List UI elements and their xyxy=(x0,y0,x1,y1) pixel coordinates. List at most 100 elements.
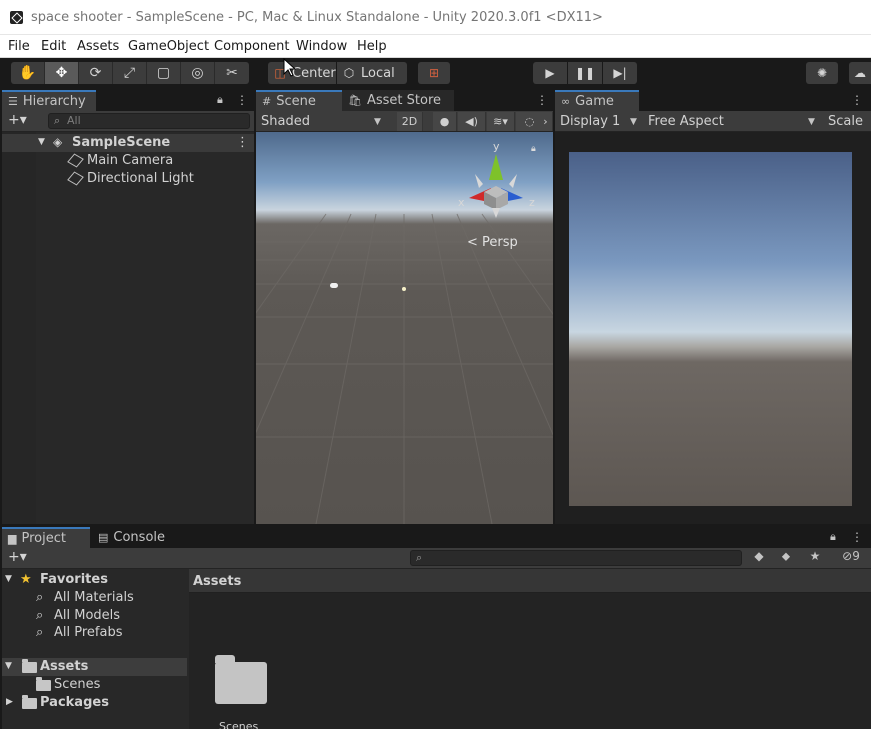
assets-folder-row[interactable]: ▼ Assets xyxy=(2,658,187,676)
collab-button[interactable]: ✺ xyxy=(806,62,838,84)
project-asset-grid: Assets Scenes xyxy=(189,569,871,729)
chevron-down-icon: ▼ xyxy=(630,117,637,127)
search-by-label-icon[interactable]: ⬥ xyxy=(775,549,797,567)
pause-button[interactable]: ❚❚ xyxy=(568,62,602,84)
lighting-toggle-icon[interactable]: ● xyxy=(433,112,457,131)
folder-row[interactable]: Scenes xyxy=(2,676,187,694)
favorites-item[interactable]: ⌕ All Materials xyxy=(2,589,187,607)
favorites-row[interactable]: ▼ ★ Favorites xyxy=(2,571,187,589)
hierarchy-item[interactable]: Directional Light xyxy=(2,170,254,188)
expand-arrow-icon[interactable]: ▼ xyxy=(5,661,12,671)
custom-tool-button[interactable]: ✂ xyxy=(215,62,249,84)
perspective-icon: < xyxy=(467,235,478,250)
menu-file[interactable]: File xyxy=(8,39,30,54)
menu-help[interactable]: Help xyxy=(357,39,387,54)
hierarchy-item-label: Main Camera xyxy=(87,153,174,168)
rotate-tool-button[interactable]: ⟳ xyxy=(79,62,113,84)
collab-icon: ✺ xyxy=(816,66,828,80)
gizmo-lock-icon[interactable]: 🔒︎ xyxy=(531,144,536,154)
console-icon: ▤ xyxy=(98,531,109,544)
menu-edit[interactable]: Edit xyxy=(41,39,66,54)
tab-console[interactable]: ▤ Console xyxy=(92,527,178,548)
scene-viewport[interactable]: y x z 🔒︎ < Persp xyxy=(256,132,553,524)
tab-game-label: Game xyxy=(575,94,614,109)
scene-toolbar: Shaded ▼ 2D ● ◀) ≋▾ ◌ › xyxy=(256,111,553,132)
hierarchy-item[interactable]: Main Camera xyxy=(2,152,254,170)
grid-snap-icon: ⊞ xyxy=(428,66,440,80)
tab-asset-store[interactable]: 🛍︎ Asset Store xyxy=(342,90,454,111)
shading-mode-dropdown[interactable]: Shaded xyxy=(261,114,310,129)
panel-menu-icon[interactable]: ⋮ xyxy=(851,93,863,107)
aspect-dropdown[interactable]: Free Aspect xyxy=(648,114,724,129)
panel-menu-icon[interactable]: ⋮ xyxy=(536,93,548,107)
mouse-cursor-icon xyxy=(283,58,297,77)
create-add-icon[interactable]: +▾ xyxy=(8,549,27,565)
pivot-center-toggle[interactable]: ◫ Center xyxy=(268,62,336,84)
camera-gizmo-icon[interactable] xyxy=(330,283,338,288)
hierarchy-search-input[interactable]: All xyxy=(48,113,250,129)
gamepad-icon: ∞ xyxy=(561,95,571,108)
audio-toggle-icon[interactable]: ◀) xyxy=(458,112,486,131)
grid-snap-button[interactable]: ⊞ xyxy=(418,62,450,84)
effects-toggle-icon[interactable]: ≋▾ xyxy=(487,112,515,131)
tab-project[interactable]: ▆ Project xyxy=(2,527,90,548)
gameobject-cube-icon xyxy=(67,171,84,186)
tab-hierarchy[interactable]: ☰ Hierarchy xyxy=(2,90,96,111)
hierarchy-toolbar: +▾ All xyxy=(2,111,254,132)
hidden-packages-toggle[interactable]: ⊘9 xyxy=(836,549,866,567)
scene-row[interactable]: ▼ ◈ SampleScene ⋮ xyxy=(2,134,254,152)
expand-arrow-icon[interactable]: ▼ xyxy=(38,137,45,147)
expand-arrow-icon[interactable]: ▶ xyxy=(6,697,13,707)
favorite-star-icon[interactable]: ★ xyxy=(804,549,826,567)
menu-gameobject[interactable]: GameObject xyxy=(128,39,209,54)
gameobject-cube-icon xyxy=(67,153,84,168)
breadcrumb-assets[interactable]: Assets xyxy=(193,574,241,589)
create-add-icon[interactable]: +▾ xyxy=(8,112,27,128)
scene-tab-strip: # Scene 🛍︎ Asset Store ⋮ xyxy=(256,90,553,111)
menu-window[interactable]: Window xyxy=(296,39,347,54)
play-button[interactable]: ▶ xyxy=(533,62,567,84)
projection-toggle[interactable]: < Persp xyxy=(467,235,518,250)
chevron-down-icon: ▼ xyxy=(808,117,815,127)
packages-folder-row[interactable]: ▶ Packages xyxy=(2,694,187,712)
window-title: space shooter - SampleScene - PC, Mac & … xyxy=(31,10,603,25)
display-dropdown[interactable]: Display 1 xyxy=(560,114,620,129)
tab-scene-label: Scene xyxy=(276,94,316,109)
project-search-input[interactable] xyxy=(410,550,742,566)
tab-scene[interactable]: # Scene xyxy=(256,90,342,111)
menu-component[interactable]: Component xyxy=(214,39,289,54)
cloud-button[interactable]: ☁ xyxy=(849,62,871,84)
search-by-type-icon[interactable]: ◆ xyxy=(748,549,770,567)
game-viewport[interactable] xyxy=(555,132,871,524)
rect-tool-button[interactable]: ▢ xyxy=(147,62,181,84)
game-tab-strip: ∞ Game ⋮ xyxy=(555,90,871,111)
scene-name: SampleScene xyxy=(72,135,171,150)
hand-tool-button[interactable]: ✋ xyxy=(11,62,45,84)
cloud-icon: ☁ xyxy=(854,66,866,80)
toggle-2d-button[interactable]: 2D xyxy=(397,112,423,131)
light-gizmo-icon[interactable] xyxy=(402,287,406,291)
lock-icon[interactable]: 🔒︎ xyxy=(830,530,836,544)
gizmos-overflow-icon[interactable]: › xyxy=(539,112,553,131)
move-tool-button[interactable]: ✥ xyxy=(45,62,79,84)
pivot-space-toggle[interactable]: ⬡ Local xyxy=(337,62,407,84)
favorites-item[interactable]: ⌕ All Models xyxy=(2,607,187,625)
scene-menu-icon[interactable]: ⋮ xyxy=(236,135,249,150)
tab-game[interactable]: ∞ Game xyxy=(555,90,639,111)
panel-menu-icon[interactable]: ⋮ xyxy=(851,530,863,544)
menu-assets[interactable]: Assets xyxy=(77,39,119,54)
lock-icon[interactable]: 🔒︎ xyxy=(217,93,223,107)
panel-menu-icon[interactable]: ⋮ xyxy=(236,93,248,107)
favorites-item[interactable]: ⌕ All Prefabs xyxy=(2,624,187,642)
transform-tools: ✋ ✥ ⟳ ⤢ ▢ ◎ ✂ xyxy=(11,62,249,84)
step-button[interactable]: ▶| xyxy=(603,62,637,84)
hidden-packages-count: 9 xyxy=(852,549,860,563)
transform-tool-icon: ◎ xyxy=(191,65,204,81)
menu-bar: File Edit Assets GameObject Component Wi… xyxy=(0,35,871,58)
expand-arrow-icon[interactable]: ▼ xyxy=(5,574,12,584)
transform-tool-button[interactable]: ◎ xyxy=(181,62,215,84)
orientation-gizmo[interactable]: y x z xyxy=(451,134,541,244)
scale-tool-button[interactable]: ⤢ xyxy=(113,62,147,84)
scale-label[interactable]: Scale xyxy=(828,114,863,129)
unity-scene-icon: ◈ xyxy=(53,135,63,149)
